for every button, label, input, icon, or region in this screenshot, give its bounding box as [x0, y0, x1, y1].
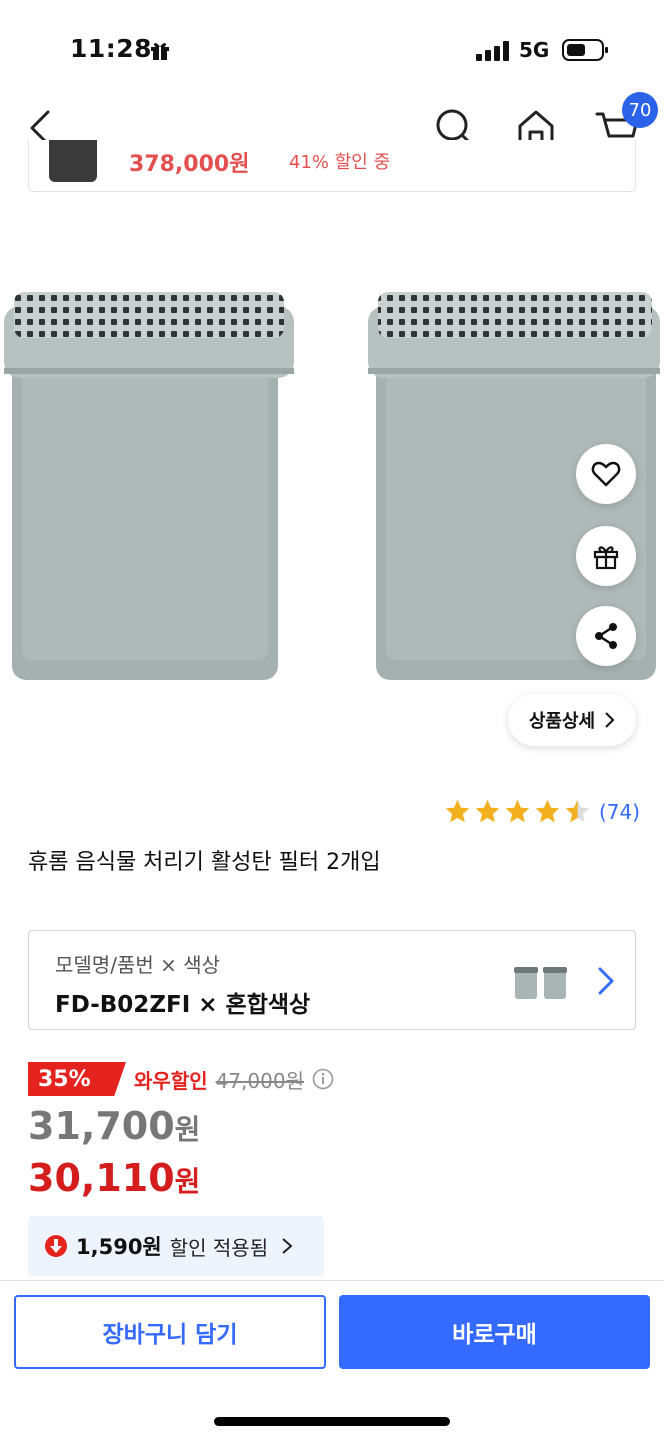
status-bar: 11:28 5G: [0, 0, 664, 100]
signal-icon: [476, 41, 509, 61]
status-time: 11:28: [70, 34, 153, 63]
product-title: 휴롬 음식물 처리기 활성탄 필터 2개입: [28, 850, 381, 875]
filter-unit-left: [4, 292, 294, 680]
original-price: 47,000원: [215, 1068, 304, 1093]
down-arrow-icon: [45, 1235, 67, 1257]
wow-price-value: 30,110: [28, 1156, 175, 1200]
product-detail-button[interactable]: 상품상세: [508, 694, 636, 746]
sticky-price: 378,000원: [129, 152, 250, 177]
coupang-price-unit: 원: [174, 1113, 201, 1146]
product-detail-label: 상품상세: [528, 711, 596, 732]
sticky-product-strip[interactable]: 378,000원 41% 할인 중: [28, 140, 636, 192]
star-full-icon: [505, 799, 530, 823]
chevron-right-icon: [282, 1238, 293, 1254]
wow-price: 30,110원: [28, 1156, 200, 1200]
option-selector[interactable]: 모델명/품번 × 색상 FD-B02ZFI × 혼합색상: [28, 930, 636, 1030]
applied-text: 할인 적용됨: [169, 1235, 269, 1260]
cart-count-badge: 70: [622, 92, 658, 128]
home-indicator: [214, 1417, 450, 1426]
discount-row: 35% 와우할인 47,000원: [28, 1062, 334, 1096]
coupang-price: 31,700원: [28, 1104, 200, 1148]
star-full-icon: [445, 799, 470, 823]
gift-button[interactable]: [576, 526, 636, 586]
wow-discount-label: 와우할인: [134, 1068, 208, 1093]
option-thumbnail: [514, 967, 567, 999]
buy-now-button[interactable]: 바로구매: [339, 1295, 650, 1369]
battery-icon: [562, 39, 608, 61]
wishlist-button[interactable]: [576, 444, 636, 504]
bottom-action-bar: 장바구니 담기 바로구매: [0, 1280, 664, 1440]
star-half-icon: [565, 799, 590, 823]
option-value: FD-B02ZFI × 혼합색상: [55, 992, 311, 1018]
share-button[interactable]: [576, 606, 636, 666]
gift-icon: [151, 43, 169, 60]
share-icon: [595, 623, 617, 649]
info-icon[interactable]: [312, 1068, 334, 1090]
sticky-thumbnail: [49, 140, 97, 182]
rating-stars: [444, 798, 591, 825]
wow-price-unit: 원: [174, 1165, 201, 1198]
applied-amount: 1,590원: [76, 1235, 162, 1259]
star-full-icon: [475, 799, 500, 823]
gift-icon: [593, 546, 619, 570]
rating-count[interactable]: (74): [599, 800, 640, 824]
option-label: 모델명/품번 × 색상: [55, 953, 221, 977]
rating[interactable]: (74): [444, 798, 640, 825]
chevron-right-icon: [598, 967, 614, 995]
discount-rate-badge: 35%: [28, 1062, 126, 1096]
coupang-price-value: 31,700: [28, 1104, 175, 1148]
product-image[interactable]: [0, 280, 664, 690]
sticky-discount: 41% 할인 중: [289, 152, 391, 173]
network-label: 5G: [519, 38, 550, 62]
heart-icon: [591, 461, 621, 487]
add-to-cart-button[interactable]: 장바구니 담기: [14, 1295, 326, 1369]
chevron-right-icon: [605, 712, 615, 728]
applied-discount-box[interactable]: 1,590원 할인 적용됨: [28, 1216, 324, 1276]
star-full-icon: [535, 799, 560, 823]
